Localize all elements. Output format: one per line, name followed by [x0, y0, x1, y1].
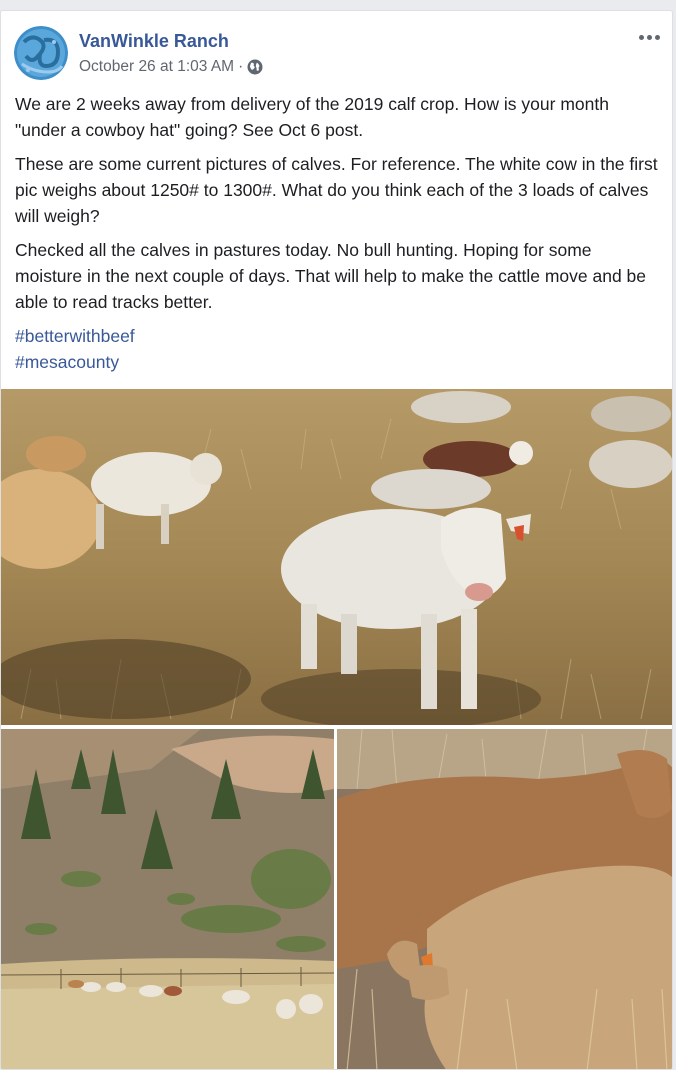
page-avatar[interactable]	[14, 26, 68, 80]
hashtag-list: #betterwithbeef #mesacounty	[15, 323, 660, 375]
post-paragraph: We are 2 weeks away from delivery of the…	[15, 94, 609, 140]
post-author-link[interactable]: VanWinkle Ranch	[79, 31, 229, 52]
more-options-icon[interactable]	[636, 27, 662, 47]
globe-icon[interactable]	[247, 59, 263, 75]
hashtag-link[interactable]: #mesacounty	[15, 349, 660, 375]
post-meta: October 26 at 1:03 AM ·	[79, 58, 263, 76]
post-timestamp[interactable]: October 26 at 1:03 AM	[79, 58, 234, 76]
photo-hillside-pasture-herd[interactable]	[1, 729, 334, 1069]
meta-separator: ·	[238, 58, 244, 75]
post-paragraph: Checked all the calves in pastures today…	[15, 240, 646, 312]
post-paragraph: These are some current pictures of calve…	[15, 154, 658, 226]
photo-white-calves-pasture[interactable]	[1, 389, 672, 725]
post-body: We are 2 weeks away from delivery of the…	[15, 91, 660, 375]
photo-tan-calves-closeup[interactable]	[337, 729, 672, 1069]
feed-post: VanWinkle Ranch October 26 at 1:03 AM · …	[0, 10, 673, 1070]
hashtag-link[interactable]: #betterwithbeef	[15, 323, 660, 349]
